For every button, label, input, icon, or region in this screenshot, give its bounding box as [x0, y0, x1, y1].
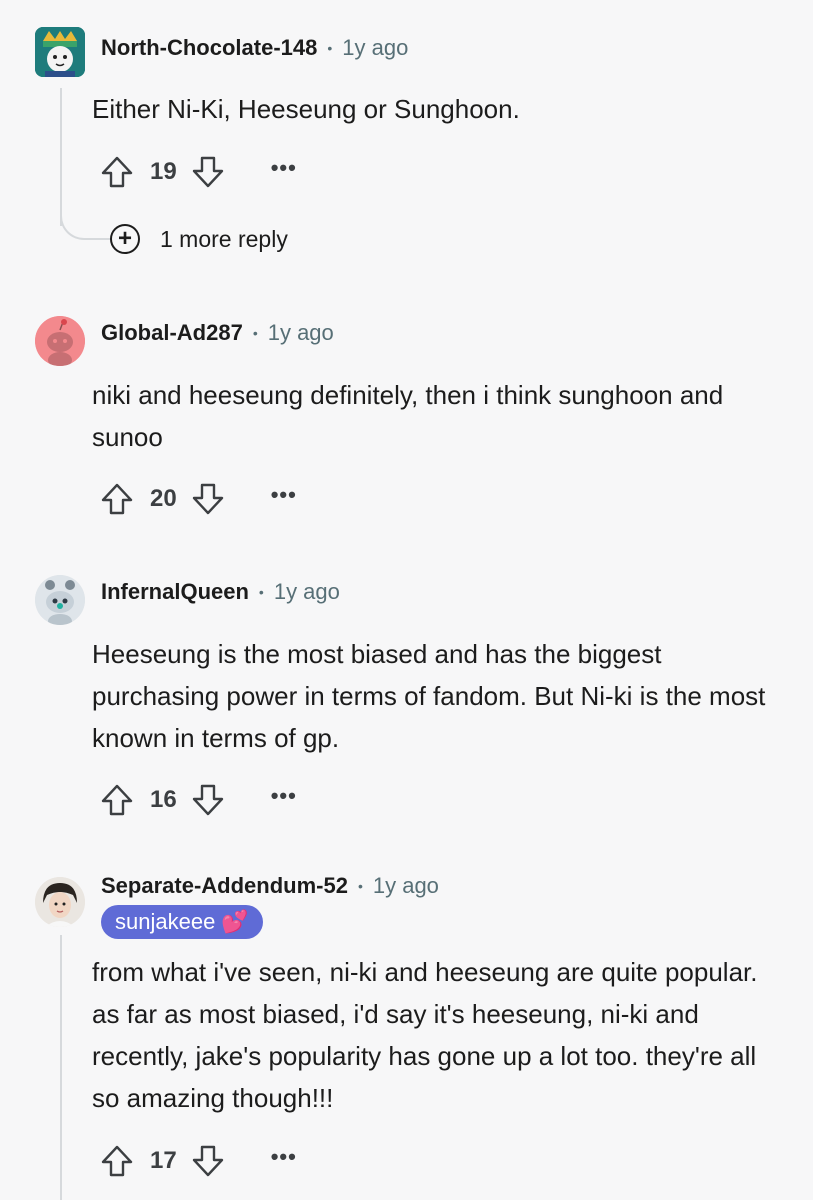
overflow-menu-icon[interactable]: •••	[271, 783, 297, 809]
comment-actions: 16 •••	[100, 780, 297, 820]
comment-body: Either Ni-Ki, Heeseung or Sunghoon.	[92, 94, 520, 124]
more-replies-button[interactable]: + 1 more reply	[110, 224, 288, 254]
downvote-arrow-icon[interactable]	[191, 1144, 225, 1178]
upvote-arrow-icon[interactable]	[100, 155, 134, 189]
overflow-menu-icon[interactable]: •••	[271, 1144, 297, 1170]
vote-count: 19	[150, 158, 177, 185]
comment-author[interactable]: Global-Ad287	[101, 320, 243, 346]
comment-meta: North-Chocolate-148 • 1y ago	[101, 35, 408, 61]
comment-timestamp: 1y ago	[267, 320, 334, 345]
meta-separator: •	[252, 325, 258, 341]
comment-body: from what i've seen, ni-ki and heeseung …	[92, 957, 758, 1113]
avatar[interactable]	[35, 27, 85, 77]
downvote-arrow-icon[interactable]	[191, 783, 225, 817]
comment-timestamp: 1y ago	[273, 579, 340, 604]
comment-author[interactable]: InfernalQueen	[101, 579, 249, 605]
user-flair-badge: sunjakeee 💕	[101, 905, 263, 939]
comment-author[interactable]: Separate-Addendum-52	[101, 873, 348, 899]
overflow-menu-icon[interactable]: •••	[271, 482, 297, 508]
upvote-arrow-icon[interactable]	[100, 482, 134, 516]
avatar[interactable]	[35, 877, 85, 927]
comment-body: Heeseung is the most biased and has the …	[92, 639, 766, 753]
comment-actions: 20 •••	[100, 479, 297, 519]
upvote-arrow-icon[interactable]	[100, 1144, 134, 1178]
comment-meta: Separate-Addendum-52 • 1y ago	[101, 873, 439, 899]
downvote-arrow-icon[interactable]	[191, 482, 225, 516]
upvote-arrow-icon[interactable]	[100, 783, 134, 817]
thread-line	[60, 935, 62, 1200]
overflow-menu-icon[interactable]: •••	[271, 155, 297, 181]
comment-meta: Global-Ad287 • 1y ago	[101, 320, 334, 346]
vote-count: 16	[150, 786, 177, 813]
comment-timestamp: 1y ago	[372, 873, 439, 898]
comment-body: niki and heeseung definitely, then i thi…	[92, 380, 724, 452]
downvote-arrow-icon[interactable]	[191, 155, 225, 189]
meta-separator: •	[327, 40, 333, 56]
comment-actions: 19 •••	[100, 152, 297, 192]
plus-circle-icon: +	[110, 224, 140, 254]
avatar[interactable]	[35, 316, 85, 366]
more-replies-label: 1 more reply	[160, 225, 288, 252]
comment-meta: InfernalQueen • 1y ago	[101, 579, 340, 605]
meta-separator: •	[258, 584, 264, 600]
avatar[interactable]	[35, 575, 85, 625]
vote-count: 20	[150, 485, 177, 512]
vote-count: 17	[150, 1147, 177, 1174]
comment-timestamp: 1y ago	[342, 35, 409, 60]
comment-author[interactable]: North-Chocolate-148	[101, 35, 317, 61]
thread-line-elbow	[60, 200, 110, 240]
meta-separator: •	[357, 878, 363, 894]
comment-actions: 17 •••	[100, 1141, 297, 1181]
